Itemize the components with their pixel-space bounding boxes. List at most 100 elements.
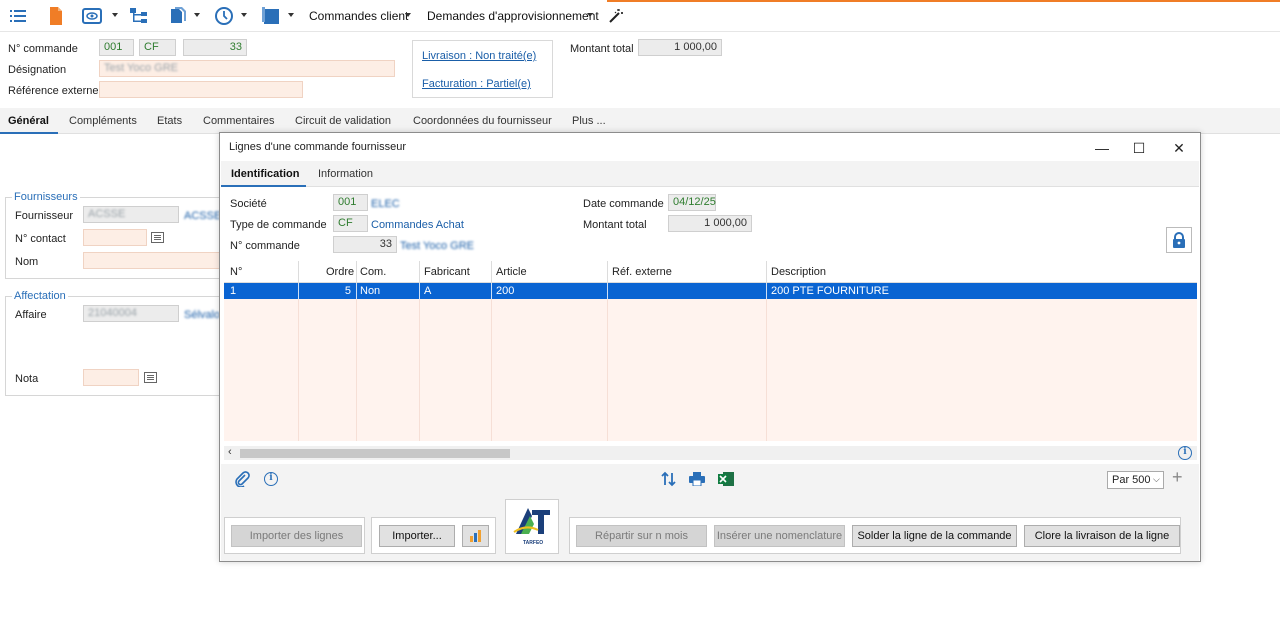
cell-order: 5 bbox=[344, 285, 351, 297]
contact-label: N° contact bbox=[15, 233, 66, 245]
tab-states[interactable]: Etats bbox=[157, 115, 182, 127]
contact-field[interactable] bbox=[83, 229, 147, 246]
tab-general[interactable]: Général bbox=[8, 115, 49, 127]
window-icon[interactable] bbox=[261, 6, 281, 26]
tarfeo-logo-text: TARFEO bbox=[523, 540, 544, 546]
grid-toolbar: i Par 500 ⌵ + bbox=[221, 464, 1199, 494]
company-code-field[interactable]: 001 bbox=[333, 194, 368, 211]
tree-icon[interactable] bbox=[129, 6, 149, 26]
chevron-down-icon[interactable] bbox=[587, 13, 593, 17]
insert-bom-button[interactable]: Insérer une nomenclature bbox=[714, 525, 845, 547]
menu-supply-requests[interactable]: Demandes d'approvisionnement bbox=[427, 9, 599, 23]
clock-icon[interactable] bbox=[214, 6, 234, 26]
close-button[interactable]: ✕ bbox=[1159, 136, 1199, 160]
company-name-link[interactable]: ELEC bbox=[371, 198, 400, 210]
col-description[interactable]: Description bbox=[771, 266, 826, 278]
page-size-select[interactable]: Par 500 ⌵ bbox=[1107, 471, 1164, 489]
contact-list-icon[interactable] bbox=[151, 232, 164, 243]
external-ref-field[interactable] bbox=[99, 81, 303, 98]
external-ref-label: Référence externe bbox=[8, 85, 99, 97]
project-code-value: 21040004 bbox=[88, 307, 137, 319]
tab-supplier-details[interactable]: Coordonnées du fournisseur bbox=[413, 115, 552, 127]
list-icon[interactable] bbox=[8, 6, 28, 26]
tab-identification[interactable]: Identification bbox=[231, 168, 299, 180]
supplier-name-link[interactable]: ACSSE bbox=[184, 210, 221, 222]
assignment-group-title: Affectation bbox=[12, 290, 68, 302]
magic-wand-icon[interactable] bbox=[605, 6, 625, 26]
chevron-down-icon[interactable] bbox=[405, 13, 411, 17]
billing-status-link[interactable]: Facturation : Partiel(e) bbox=[422, 78, 531, 90]
order-number-field[interactable]: 33 bbox=[183, 39, 247, 56]
import-chart-button[interactable] bbox=[462, 525, 489, 547]
print-icon[interactable] bbox=[689, 472, 705, 486]
col-order[interactable]: Ordre bbox=[326, 266, 354, 278]
maximize-button[interactable]: ☐ bbox=[1119, 136, 1159, 160]
col-number[interactable]: N° bbox=[230, 266, 242, 278]
tarfeo-logo-button[interactable]: TARFEO bbox=[505, 499, 559, 554]
tab-information[interactable]: Information bbox=[318, 168, 373, 180]
project-name-link[interactable]: Sélvalo bbox=[184, 309, 220, 321]
scroll-left-icon[interactable]: ‹ bbox=[228, 446, 232, 458]
add-icon[interactable]: + bbox=[1172, 467, 1183, 488]
chevron-down-icon[interactable] bbox=[112, 13, 118, 17]
excel-icon[interactable] bbox=[718, 471, 734, 487]
total-amount-field: 1 000,00 bbox=[638, 39, 722, 56]
name-field[interactable] bbox=[83, 252, 221, 269]
import-lines-button[interactable]: Importer des lignes bbox=[231, 525, 362, 547]
info-icon[interactable]: i bbox=[1178, 446, 1192, 460]
table-row[interactable]: 1 5 Non A 200 200 PTE FOURNITURE bbox=[224, 283, 1197, 299]
designation-label: Désignation bbox=[8, 64, 67, 76]
order-number-label: N° commande bbox=[8, 43, 78, 55]
note-list-icon[interactable] bbox=[144, 372, 157, 383]
horizontal-scrollbar[interactable]: ‹ bbox=[224, 446, 1197, 460]
cell-manufacturer: A bbox=[424, 285, 432, 297]
info-icon[interactable]: i bbox=[264, 472, 278, 486]
order-type-name-link[interactable]: Commandes Achat bbox=[371, 219, 464, 231]
minimize-button[interactable]: — bbox=[1082, 136, 1122, 160]
col-article[interactable]: Article bbox=[496, 266, 527, 278]
import-button[interactable]: Importer... bbox=[379, 525, 455, 547]
dialog-order-number-field[interactable]: 33 bbox=[333, 236, 397, 253]
chevron-down-icon[interactable] bbox=[288, 13, 294, 17]
project-code-field[interactable]: 21040004 bbox=[83, 305, 179, 322]
tab-comments[interactable]: Commentaires bbox=[203, 115, 275, 127]
active-dialog-tab-indicator bbox=[221, 185, 306, 187]
settle-line-button[interactable]: Solder la ligne de la commande bbox=[852, 525, 1017, 547]
designation-field[interactable]: Test Yoco GRE bbox=[99, 60, 395, 77]
menu-customer-orders[interactable]: Commandes client bbox=[309, 9, 408, 23]
order-date-field[interactable]: 04/12/25 bbox=[668, 194, 716, 211]
scrollbar-thumb[interactable] bbox=[240, 449, 510, 458]
dialog-total-label: Montant total bbox=[583, 219, 647, 231]
order-company-field[interactable]: 001 bbox=[99, 39, 134, 56]
order-type-field[interactable]: CF bbox=[139, 39, 176, 56]
sort-icon[interactable] bbox=[661, 471, 677, 487]
paperclip-icon[interactable] bbox=[234, 471, 250, 487]
main-tab-bar: Général Compléments Etats Commentaires C… bbox=[0, 108, 1280, 134]
close-delivery-button[interactable]: Clore la livraison de la ligne bbox=[1024, 525, 1180, 547]
dialog-order-designation: Test Yoco GRE bbox=[400, 240, 474, 252]
page-size-value: Par 500 bbox=[1112, 474, 1151, 486]
chevron-down-icon[interactable] bbox=[241, 13, 247, 17]
tab-validation-circuit[interactable]: Circuit de validation bbox=[295, 115, 391, 127]
col-external-ref[interactable]: Réf. externe bbox=[612, 266, 672, 278]
lock-button[interactable] bbox=[1166, 227, 1192, 253]
document-icon[interactable] bbox=[46, 6, 66, 26]
supplier-label: Fournisseur bbox=[15, 210, 74, 222]
supplier-code-field[interactable]: ACSSE bbox=[83, 206, 179, 223]
total-amount-label: Montant total bbox=[570, 43, 634, 55]
dialog-order-number-label: N° commande bbox=[230, 240, 300, 252]
note-field[interactable] bbox=[83, 369, 139, 386]
view-icon[interactable] bbox=[82, 6, 102, 26]
order-lines-grid: N° Ordre Com. Fabricant Article Réf. ext… bbox=[224, 261, 1197, 461]
note-label: Nota bbox=[15, 373, 39, 385]
tab-complements[interactable]: Compléments bbox=[69, 115, 137, 127]
copy-icon[interactable] bbox=[168, 6, 188, 26]
chevron-down-icon[interactable] bbox=[194, 13, 200, 17]
col-com[interactable]: Com. bbox=[360, 266, 386, 278]
designation-value: Test Yoco GRE bbox=[104, 62, 178, 74]
tab-more[interactable]: Plus ... bbox=[572, 115, 606, 127]
delivery-status-link[interactable]: Livraison : Non traité(e) bbox=[422, 50, 536, 62]
col-manufacturer[interactable]: Fabricant bbox=[424, 266, 470, 278]
order-type-code-field[interactable]: CF bbox=[333, 215, 368, 232]
split-months-button[interactable]: Répartir sur n mois bbox=[576, 525, 707, 547]
